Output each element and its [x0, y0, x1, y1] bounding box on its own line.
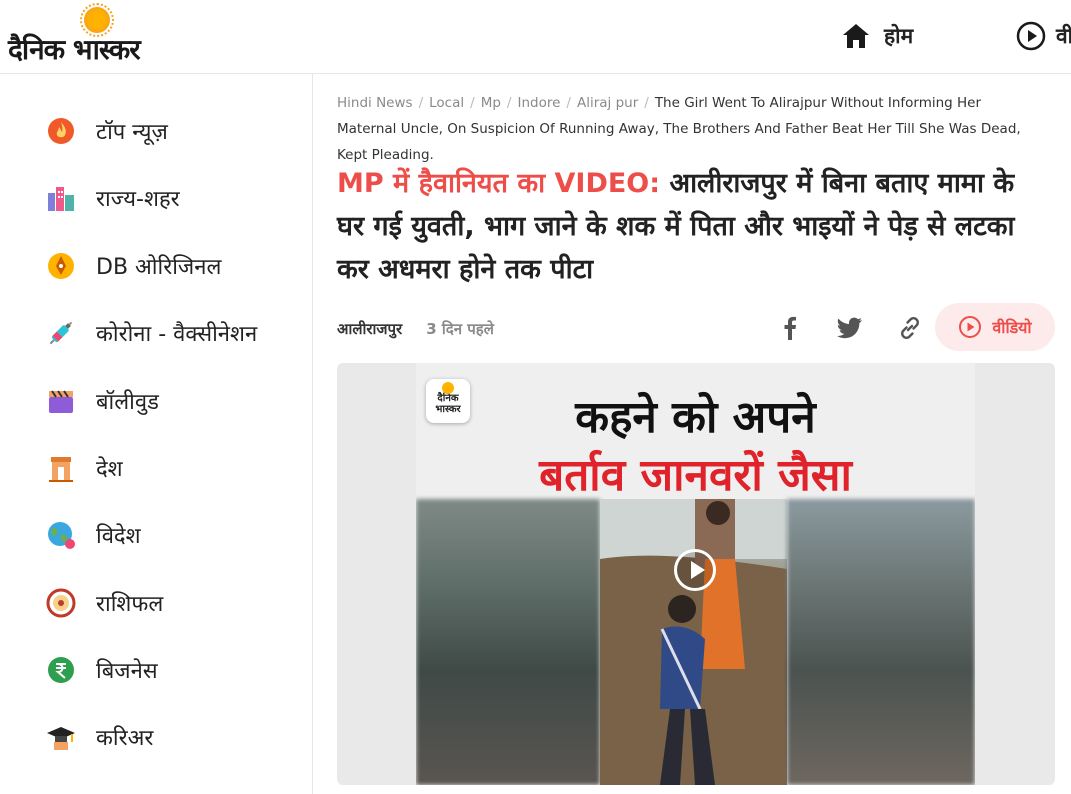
link-icon — [901, 317, 919, 339]
video-scene-image — [600, 499, 787, 785]
video-player[interactable]: दैनिक भास्कर कहने को अपने बर्ताव जानवरों… — [337, 363, 1055, 785]
play-circle-icon — [1016, 21, 1046, 51]
sidebar-item-label: विदेश — [96, 524, 141, 549]
nav-home[interactable]: होम — [842, 20, 913, 52]
article-headline: MP में हैवानियत का VIDEO: आलीराजपुर में … — [337, 162, 1037, 291]
thumbnail-caption-line2: बर्ताव जानवरों जैसा — [539, 450, 852, 501]
watch-video-label: वीडियो — [992, 318, 1032, 337]
sidebar: टॉप न्यूज़ राज्य-शहर DB ओरिजिनल कोरोना -… — [0, 74, 313, 794]
clapperboard-icon — [44, 384, 78, 418]
facebook-icon — [784, 316, 796, 340]
graduation-cap-icon — [44, 720, 78, 754]
sidebar-item-label: देश — [96, 457, 123, 482]
sidebar-item-career[interactable]: करिअर — [44, 717, 304, 757]
breadcrumb: Hindi News / Local / Mp / Indore / Aliraj pur / Th… — [337, 95, 1021, 163]
sidebar-item-label: बॉलीवुड — [96, 390, 159, 415]
logo-text: दैनिक भास्कर — [8, 33, 141, 66]
facebook-share-button[interactable] — [760, 308, 820, 348]
blurred-frame-left — [416, 499, 600, 785]
sidebar-item-label: राज्य-शहर — [96, 187, 180, 212]
rupee-icon — [44, 653, 78, 687]
sidebar-item-business[interactable]: बिजनेस — [44, 650, 304, 690]
breadcrumb-link[interactable]: Mp — [481, 95, 501, 111]
site-header: दैनिक भास्कर होम वी — [0, 0, 1071, 74]
sidebar-item-db-original[interactable]: DB ओरिजिनल — [44, 246, 304, 286]
sidebar-item-state-city[interactable]: राज्य-शहर — [44, 178, 304, 218]
thumbnail-caption-line1: कहने को अपने — [575, 392, 816, 443]
blurred-frame-right — [787, 499, 975, 785]
video-play-icon[interactable] — [674, 549, 716, 591]
globe-icon — [44, 518, 78, 552]
india-gate-icon — [44, 451, 78, 485]
sidebar-item-label: बिजनेस — [96, 659, 158, 684]
flame-icon — [44, 114, 78, 148]
twitter-share-button[interactable] — [820, 308, 880, 348]
headline-highlight: MP में हैवानियत का VIDEO: — [337, 168, 661, 199]
sidebar-item-label: DB ओरिजिनल — [96, 255, 222, 280]
breadcrumb-link[interactable]: Hindi News — [337, 95, 413, 111]
zodiac-wheel-icon — [44, 586, 78, 620]
sidebar-item-label: करिअर — [96, 726, 154, 751]
breadcrumb-link[interactable]: Local — [429, 95, 464, 111]
nav-video[interactable]: वी — [1016, 20, 1071, 52]
watch-video-button[interactable]: वीडियो — [935, 303, 1055, 351]
syringe-icon — [44, 316, 78, 350]
breadcrumb-link[interactable]: Indore — [517, 95, 560, 111]
nav-home-label: होम — [884, 24, 914, 48]
site-logo[interactable]: दैनिक भास्कर — [8, 3, 178, 66]
share-bar — [760, 308, 940, 348]
sidebar-item-label: टॉप न्यूज़ — [96, 120, 168, 145]
sidebar-item-label: राशिफल — [96, 592, 164, 617]
nav-video-label: वी — [1056, 24, 1071, 48]
sidebar-item-rashifal[interactable]: राशिफल — [44, 583, 304, 623]
article-meta: आलीराजपुर 3 दिन पहले — [337, 314, 494, 344]
twitter-icon — [837, 317, 862, 339]
copy-link-button[interactable] — [880, 308, 940, 348]
home-icon — [843, 24, 869, 48]
sidebar-item-desh[interactable]: देश — [44, 448, 304, 488]
video-thumbnail: दैनिक भास्कर कहने को अपने बर्ताव जानवरों… — [416, 363, 975, 785]
sidebar-item-corona[interactable]: कोरोना - वैक्सीनेशन — [44, 313, 304, 353]
article-time: 3 दिन पहले — [426, 320, 494, 338]
sidebar-item-label: कोरोना - वैक्सीनेशन — [96, 322, 258, 347]
sidebar-item-bollywood[interactable]: बॉलीवुड — [44, 381, 304, 421]
article-main: Hindi News / Local / Mp / Indore / Aliraj pur / Th… — [314, 74, 1071, 794]
sidebar-item-top-news[interactable]: टॉप न्यूज़ — [44, 111, 304, 151]
article-location[interactable]: आलीराजपुर — [337, 319, 402, 339]
sidebar-item-videsh[interactable]: विदेश — [44, 515, 304, 555]
play-circle-icon — [959, 316, 982, 338]
pen-nib-icon — [44, 249, 78, 283]
city-icon — [44, 181, 78, 215]
breadcrumb-link[interactable]: Aliraj pur — [577, 95, 638, 111]
